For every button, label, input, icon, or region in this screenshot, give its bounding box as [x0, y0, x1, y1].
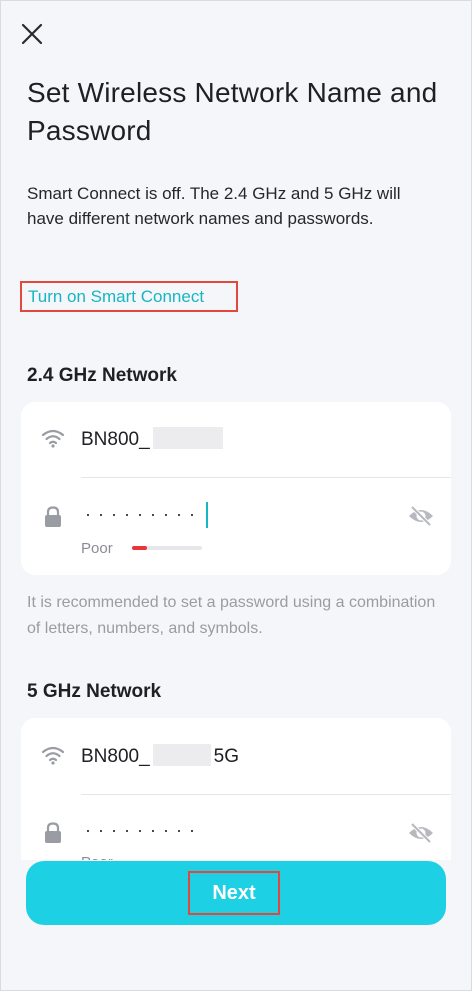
section-title-5ghz: 5 GHz Network	[27, 681, 162, 702]
ssid-redacted	[152, 744, 211, 766]
close-icon	[21, 23, 43, 45]
wifi-icon	[41, 429, 65, 448]
ssid-suffix: 5G	[213, 746, 240, 767]
lock-icon	[45, 506, 61, 527]
wifi-icon	[41, 746, 65, 765]
divider	[81, 477, 451, 478]
password-strength-label: Poor	[81, 540, 113, 557]
password-hint: It is recommended to set a password usin…	[27, 594, 436, 637]
close-button[interactable]	[20, 22, 44, 46]
password-field-2-4ghz[interactable]: ·········	[85, 504, 202, 525]
password-strength-fill	[132, 546, 148, 550]
ssid-field-5ghz[interactable]: BN800_ 5G	[81, 744, 239, 768]
divider	[81, 794, 451, 795]
text-caret	[206, 502, 208, 528]
ssid-prefix: BN800_	[81, 746, 150, 767]
turn-on-smart-connect-link[interactable]: Turn on Smart Connect	[20, 281, 238, 312]
eye-off-icon[interactable]	[407, 821, 435, 845]
network-card-5ghz: BN800_ 5G ········· Poor	[21, 718, 451, 860]
eye-off-icon[interactable]	[407, 504, 435, 528]
page-title: Set Wireless Network Name and Password	[27, 77, 438, 146]
ssid-redacted	[152, 427, 223, 449]
network-card-2-4ghz: BN800_ ········· Poor	[21, 402, 451, 575]
password-field-5ghz[interactable]: ·········	[85, 820, 202, 841]
lock-icon	[45, 822, 61, 843]
next-button[interactable]: Next	[26, 861, 446, 925]
next-button-label: Next	[188, 871, 280, 915]
password-strength-label: Poor	[81, 854, 113, 860]
ssid-field-2-4ghz[interactable]: BN800_	[81, 427, 223, 451]
section-title-2-4ghz: 2.4 GHz Network	[27, 365, 177, 386]
password-strength-bar	[132, 546, 202, 550]
smart-connect-description: Smart Connect is off. The 2.4 GHz and 5 …	[27, 184, 401, 228]
ssid-prefix: BN800_	[81, 429, 150, 450]
